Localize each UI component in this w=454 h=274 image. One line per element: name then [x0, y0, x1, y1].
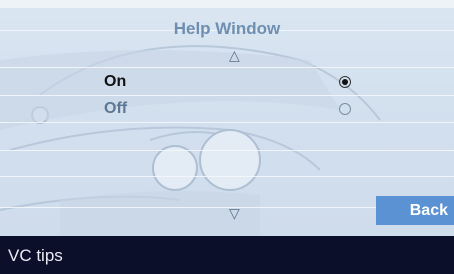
back-button[interactable]: Back: [376, 196, 454, 225]
display-area: Help Window △ On Off ▽ Back: [0, 0, 454, 236]
row-line: [0, 122, 454, 123]
option-off-label[interactable]: Off: [104, 100, 127, 118]
row-line: [0, 95, 454, 96]
status-bar: [0, 236, 454, 274]
row-line: [0, 176, 454, 177]
status-text: VC tips: [8, 246, 63, 265]
window-title: Help Window: [173, 19, 281, 38]
option-off-radio[interactable]: [339, 103, 351, 115]
row-line: [0, 150, 454, 151]
radio-selected-dot: [342, 79, 348, 85]
screen: Help Window △ On Off ▽ Back VC tips: [0, 0, 454, 274]
option-on-radio[interactable]: [339, 76, 351, 88]
option-on-label[interactable]: On: [104, 73, 126, 91]
row-line: [0, 67, 454, 68]
triangle-down-icon[interactable]: ▽: [229, 205, 240, 222]
triangle-up-icon[interactable]: △: [229, 47, 240, 64]
